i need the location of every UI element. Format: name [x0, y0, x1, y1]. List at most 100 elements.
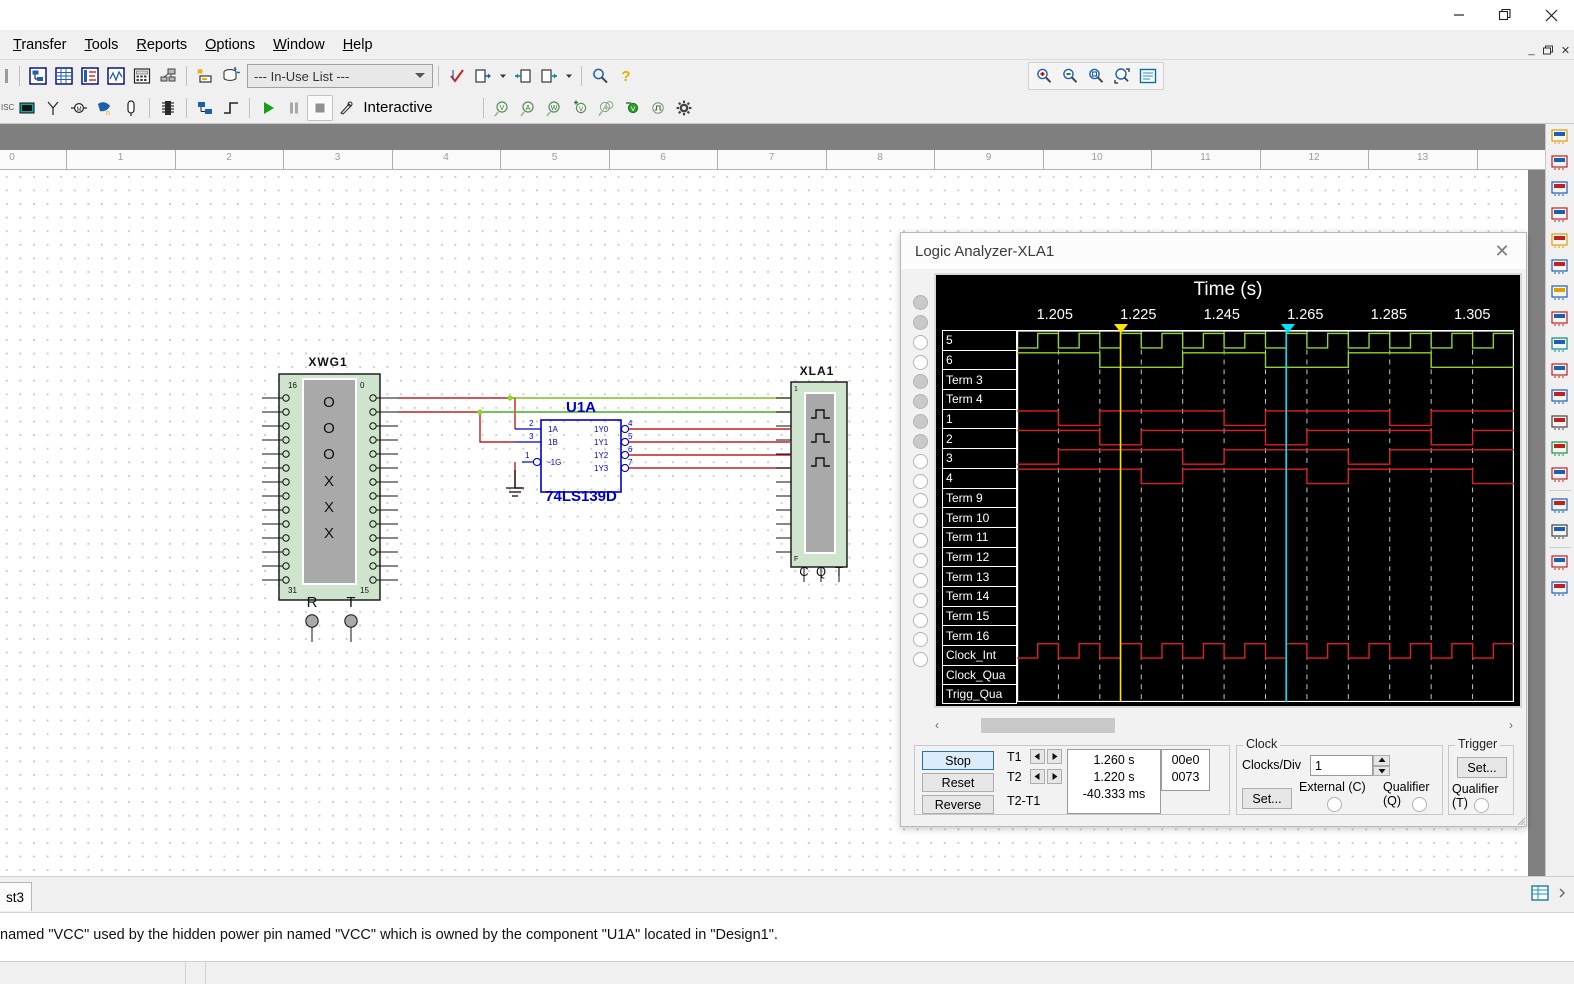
channel-label-clock-int[interactable]: Clock_Int — [942, 645, 1017, 665]
in-use-list-combo[interactable]: --- In-Use List --- — [247, 64, 433, 88]
stop-simulation-button[interactable] — [307, 94, 334, 121]
channel-label-trigg-qua[interactable]: Trigg_Qua — [942, 684, 1017, 705]
zoom-out-icon[interactable] — [1057, 63, 1083, 89]
channel-label-term-15[interactable]: Term 15 — [942, 605, 1017, 626]
trigger-set-button[interactable]: Set... — [1457, 757, 1507, 778]
current-probe-icon[interactable]: A — [515, 95, 541, 121]
channel-label-term-12[interactable]: Term 12 — [942, 546, 1017, 567]
dock-component-icon-5[interactable] — [1546, 228, 1573, 254]
export-annotation-icon[interactable] — [536, 63, 562, 89]
channel-led-1[interactable] — [912, 374, 928, 390]
dock-component-icon-9[interactable] — [1546, 332, 1573, 358]
reset-button[interactable]: Reset — [922, 773, 994, 792]
menu-tools[interactable]: Tools — [75, 33, 127, 57]
channel-label-6[interactable]: 6 — [942, 349, 1017, 370]
run-simulation-button[interactable] — [255, 95, 281, 121]
help-icon[interactable]: ? — [613, 63, 639, 89]
channel-label-term-9[interactable]: Term 9 — [942, 487, 1017, 508]
menu-help[interactable]: Help — [334, 33, 382, 57]
window-restore-button[interactable] — [1482, 0, 1528, 30]
clocks-per-div-stepper[interactable] — [1373, 755, 1390, 776]
channel-led-2[interactable] — [912, 394, 928, 410]
dock-component-icon-6[interactable] — [1546, 254, 1573, 280]
dock-component-icon-10[interactable] — [1546, 358, 1573, 384]
export-to-layout-icon[interactable] — [470, 63, 496, 89]
dock-component-icon-17[interactable] — [1546, 550, 1573, 576]
find-icon[interactable] — [587, 63, 613, 89]
resize-grip-icon[interactable] — [1514, 814, 1526, 826]
channel-label-term-11[interactable]: Term 11 — [942, 526, 1017, 547]
channel-led-term-3[interactable] — [912, 334, 928, 350]
channel-led-term-13[interactable] — [912, 533, 928, 549]
digital-probe-icon[interactable] — [645, 95, 671, 121]
dock-component-icon-3[interactable] — [1546, 176, 1573, 202]
clocks-per-div-down-button[interactable] — [1373, 765, 1390, 776]
clock-set-button[interactable]: Set... — [1242, 788, 1292, 809]
zoom-area-icon[interactable] — [1083, 63, 1109, 89]
post-processor-icon[interactable] — [129, 63, 155, 89]
voltage-probe-icon[interactable]: V — [489, 95, 515, 121]
ic-component-icon[interactable] — [155, 95, 181, 121]
dock-component-icon-1[interactable] — [1546, 124, 1573, 150]
reverse-button[interactable]: Reverse — [922, 795, 994, 814]
antenna-icon[interactable] — [40, 95, 66, 121]
channel-label-clock-qua[interactable]: Clock_Qua — [942, 664, 1017, 685]
database-manager-icon[interactable] — [218, 63, 244, 89]
menu-reports[interactable]: Reports — [127, 33, 196, 57]
channel-label-2[interactable]: 2 — [942, 428, 1017, 449]
mdi-close-button[interactable]: ✕ — [1557, 42, 1574, 58]
dock-component-icon-4[interactable] — [1546, 202, 1573, 228]
export-dropdown-arrow-icon[interactable] — [496, 63, 510, 89]
cursor-marker-t1[interactable] — [1281, 324, 1296, 333]
channel-led-trigg-qua[interactable] — [912, 652, 928, 668]
channel-label-5[interactable]: 5 — [942, 330, 1017, 350]
hierarchy-block-icon[interactable] — [192, 95, 218, 121]
channel-label-term-10[interactable]: Term 10 — [942, 507, 1017, 527]
mdi-restore-button[interactable] — [1540, 42, 1557, 58]
clocks-per-div-up-button[interactable] — [1373, 755, 1390, 766]
electrical-rules-check-icon[interactable] — [444, 63, 470, 89]
dock-component-icon-14[interactable] — [1546, 462, 1573, 488]
zoom-fit-icon[interactable] — [1109, 63, 1135, 89]
annotation-dropdown-arrow-icon[interactable] — [562, 63, 576, 89]
channel-led-term-15[interactable] — [912, 572, 928, 588]
channel-led-term-11[interactable] — [912, 493, 928, 509]
dock-component-icon-16[interactable] — [1546, 519, 1573, 545]
t1-prev-button[interactable] — [1030, 749, 1045, 764]
logic-analyzer-window[interactable]: Logic Analyzer-XLA1 ✕ Time (s) 1.205 1.22… — [900, 232, 1527, 827]
t1-next-button[interactable] — [1047, 749, 1062, 764]
channel-label-term-13[interactable]: Term 13 — [942, 566, 1017, 586]
channel-label-term-3[interactable]: Term 3 — [942, 369, 1017, 390]
sheet-tab[interactable]: st3 — [0, 882, 33, 911]
dock-component-icon-15[interactable] — [1546, 493, 1573, 519]
graphs-icon[interactable] — [103, 63, 129, 89]
t2-prev-button[interactable] — [1030, 769, 1045, 784]
dock-component-icon-12[interactable] — [1546, 410, 1573, 436]
waveform-scroll-left-button[interactable]: ‹ — [929, 718, 945, 732]
dock-component-icon-11[interactable] — [1546, 384, 1573, 410]
show-hide-hierarchy-icon[interactable] — [25, 63, 51, 89]
channel-led-3[interactable] — [912, 414, 928, 430]
channel-led-term-16[interactable] — [912, 592, 928, 608]
tabstrip-scroll-icon[interactable] — [1556, 883, 1568, 906]
power-probe-icon[interactable]: W — [541, 95, 567, 121]
channel-led-5[interactable] — [912, 295, 928, 310]
dock-component-icon-2[interactable] — [1546, 150, 1573, 176]
sb-counter-icon[interactable] — [77, 63, 103, 89]
clock-qualifier-indicator[interactable] — [1412, 797, 1427, 812]
probe-settings-gear-icon[interactable] — [671, 95, 697, 121]
stop-button[interactable]: Stop — [922, 751, 994, 770]
waveform-scroll-thumb[interactable] — [981, 717, 1115, 733]
differential-current-probe-icon[interactable]: A — [593, 95, 619, 121]
new-component-icon[interactable] — [192, 63, 218, 89]
t2-next-button[interactable] — [1047, 769, 1062, 784]
menu-transfer[interactable]: TTransferransfer — [4, 33, 75, 57]
menu-options[interactable]: Options — [196, 33, 264, 57]
trigger-qualifier-indicator[interactable] — [1474, 798, 1489, 813]
menu-window[interactable]: Window — [264, 33, 334, 57]
logic-analyzer-close-button[interactable]: ✕ — [1484, 236, 1520, 266]
hierarchy-tree-icon[interactable] — [155, 63, 181, 89]
channel-led-term-12[interactable] — [912, 513, 928, 529]
pause-simulation-button[interactable] — [281, 95, 307, 121]
zoom-sheet-icon[interactable] — [1135, 63, 1161, 89]
